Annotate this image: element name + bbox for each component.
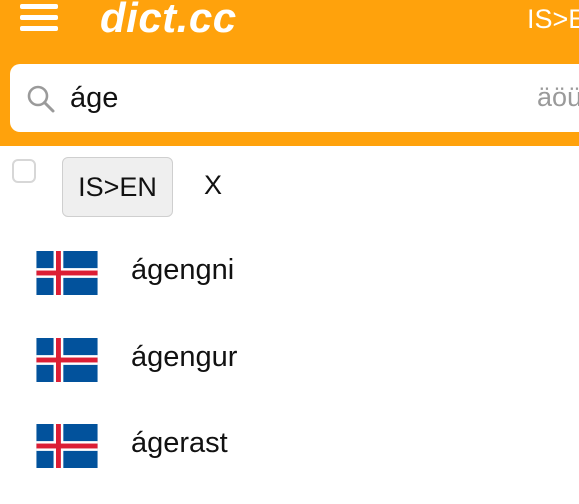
iceland-flag-icon [36, 338, 98, 382]
language-direction-label[interactable]: IS>E [527, 4, 579, 35]
iceland-flag-icon [36, 424, 98, 468]
result-item[interactable]: ágerast [0, 407, 579, 487]
search-box: äöü [10, 64, 579, 132]
search-icon [27, 85, 55, 113]
clear-filter-button[interactable]: X [204, 170, 222, 201]
iceland-flag-icon [36, 251, 98, 295]
dictionary-app: dict.cc IS>E äöü IS>EN X ágengni [0, 0, 579, 504]
result-item[interactable]: ágengni [0, 234, 579, 314]
result-word: ágengni [131, 254, 235, 286]
app-logo: dict.cc [100, 0, 237, 41]
result-item[interactable]: ágengur [0, 321, 579, 401]
special-characters-button[interactable]: äöü [537, 82, 579, 113]
result-word: ágengur [131, 341, 238, 373]
filter-checkbox[interactable] [12, 159, 36, 183]
search-input[interactable] [70, 78, 510, 118]
top-bar: dict.cc IS>E äöü [0, 0, 579, 146]
menu-icon[interactable] [20, 4, 60, 36]
language-pair-button[interactable]: IS>EN [62, 157, 173, 217]
result-word: ágerast [131, 427, 228, 459]
